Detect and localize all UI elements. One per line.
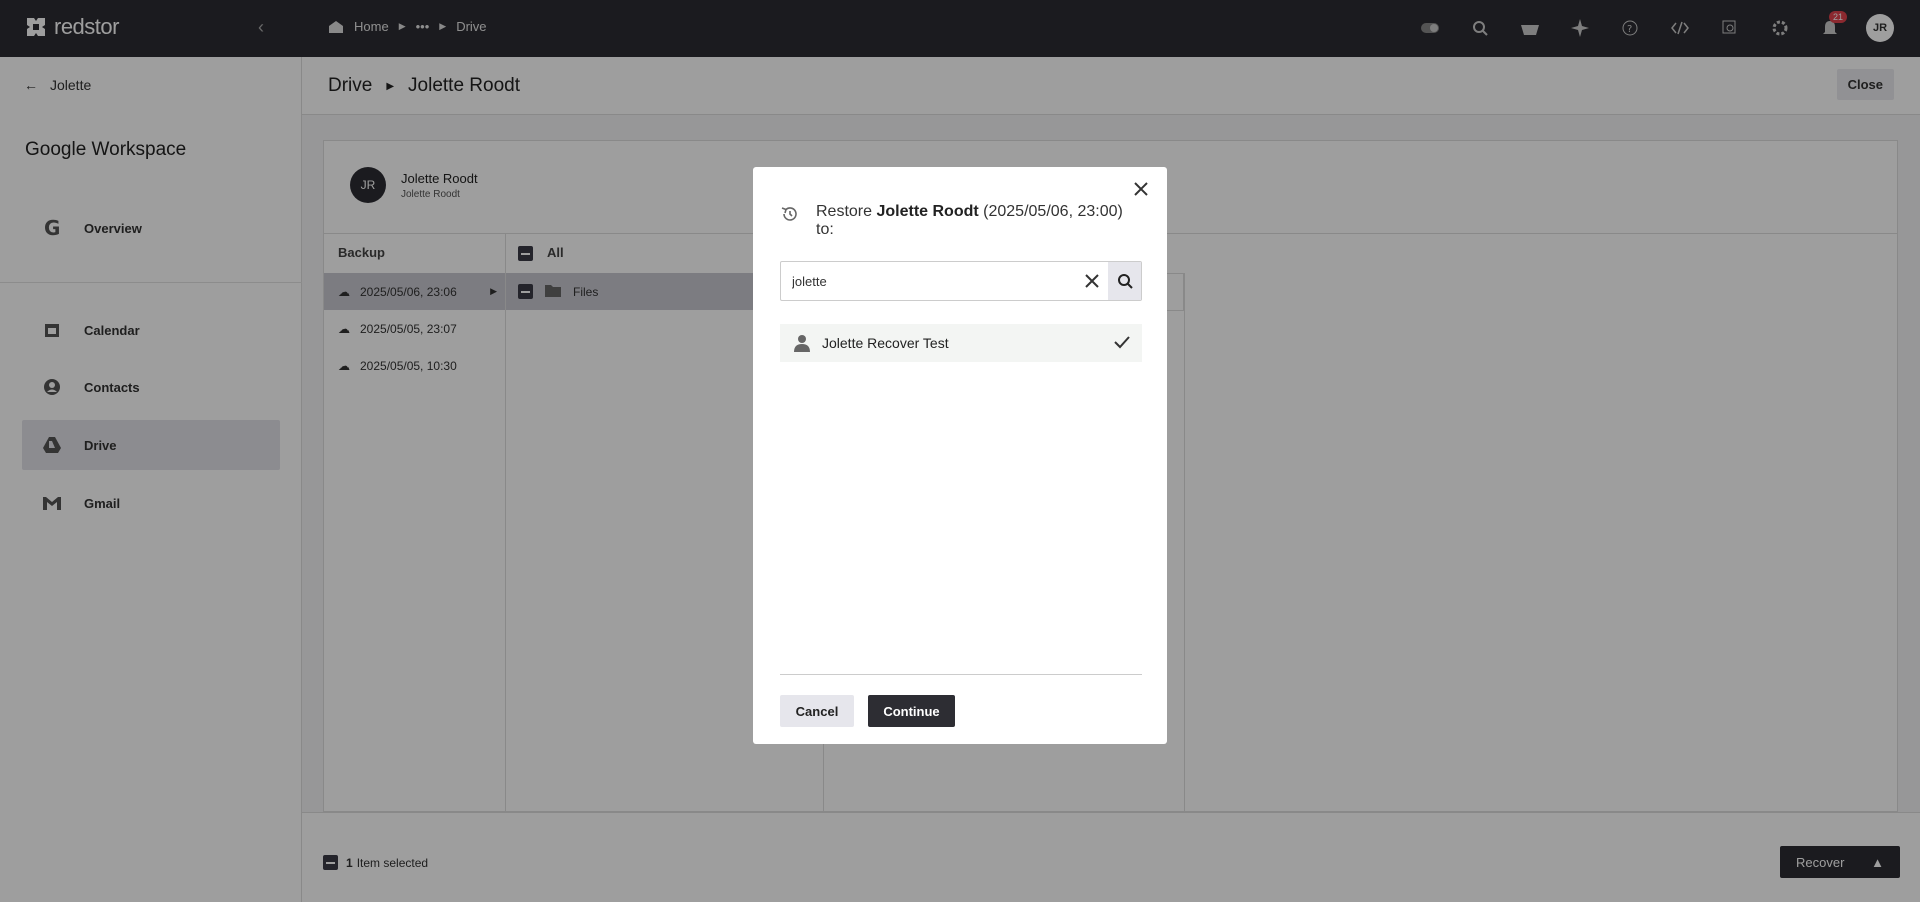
search-result-item[interactable]: Jolette Recover Test: [780, 324, 1142, 362]
continue-button[interactable]: Continue: [868, 695, 955, 727]
restore-dialog: Restore Jolette Roodt (2025/05/06, 23:00…: [753, 167, 1167, 744]
dialog-title-prefix: Restore: [816, 203, 873, 220]
dialog-divider: [780, 674, 1142, 675]
checkmark-icon: [1114, 336, 1130, 349]
search-input[interactable]: [781, 262, 1076, 300]
history-icon: [781, 207, 797, 221]
search-icon: [1117, 274, 1133, 289]
search-button[interactable]: [1108, 262, 1141, 300]
search-box: [780, 261, 1142, 301]
dialog-title-name: Jolette Roodt: [876, 203, 979, 220]
close-icon[interactable]: [1132, 180, 1150, 198]
result-label: Jolette Recover Test: [822, 335, 949, 351]
clear-icon[interactable]: [1076, 262, 1108, 300]
dialog-title: Restore Jolette Roodt (2025/05/06, 23:00…: [780, 203, 1140, 240]
person-icon: [794, 335, 810, 352]
cancel-button[interactable]: Cancel: [780, 695, 854, 727]
